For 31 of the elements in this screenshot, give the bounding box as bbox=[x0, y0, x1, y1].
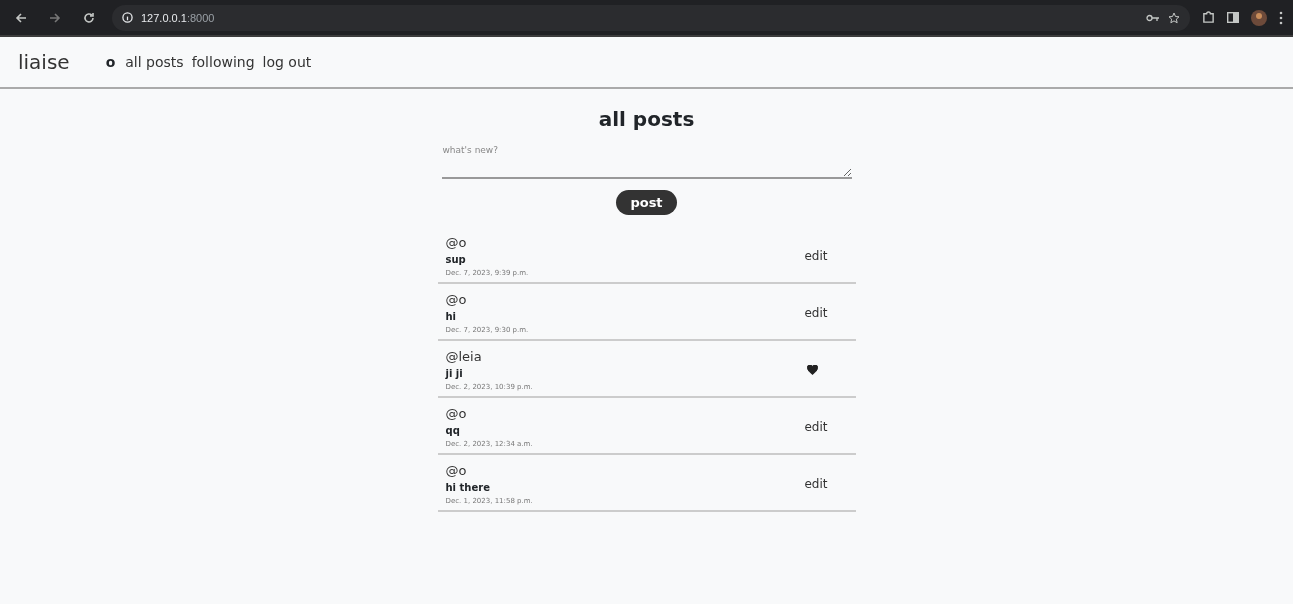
nav-link[interactable]: log out bbox=[262, 54, 312, 70]
brand-link[interactable]: liaise bbox=[18, 50, 70, 74]
address-bar[interactable]: 127.0.0.1:8000 bbox=[112, 4, 1190, 31]
star-icon[interactable] bbox=[1168, 11, 1180, 24]
post-input-field[interactable]: what's new? bbox=[441, 141, 852, 179]
edit-link[interactable]: edit bbox=[804, 306, 828, 320]
post-author: @leia bbox=[445, 349, 483, 364]
info-icon[interactable] bbox=[122, 12, 133, 23]
post-author: @o bbox=[445, 406, 468, 421]
more-icon[interactable] bbox=[1279, 10, 1283, 25]
post-body: ji ji bbox=[445, 368, 464, 379]
post-author: @o bbox=[445, 235, 468, 250]
avatar-icon[interactable] bbox=[1251, 9, 1267, 26]
edit-link[interactable]: edit bbox=[804, 249, 828, 263]
edit-link[interactable]: edit bbox=[804, 477, 828, 491]
nav-link[interactable]: all posts bbox=[125, 54, 184, 70]
username: o bbox=[105, 54, 116, 70]
url-text: 127.0.0.1:8000 bbox=[141, 11, 215, 24]
edit-link[interactable]: edit bbox=[804, 420, 828, 434]
post-author: @o bbox=[445, 292, 468, 307]
post-body: hi bbox=[445, 311, 458, 322]
page-title: all posts bbox=[598, 107, 695, 131]
post-body: qq bbox=[445, 425, 461, 436]
heart-icon[interactable] bbox=[806, 365, 818, 375]
nav-link[interactable]: following bbox=[191, 54, 255, 70]
post-body: hi there bbox=[445, 482, 491, 493]
post-body: sup bbox=[445, 254, 467, 265]
post-button[interactable]: post bbox=[616, 190, 677, 215]
sidebar-icon[interactable] bbox=[1227, 12, 1239, 23]
key-icon[interactable] bbox=[1146, 13, 1160, 22]
post-author: @o bbox=[445, 463, 468, 478]
